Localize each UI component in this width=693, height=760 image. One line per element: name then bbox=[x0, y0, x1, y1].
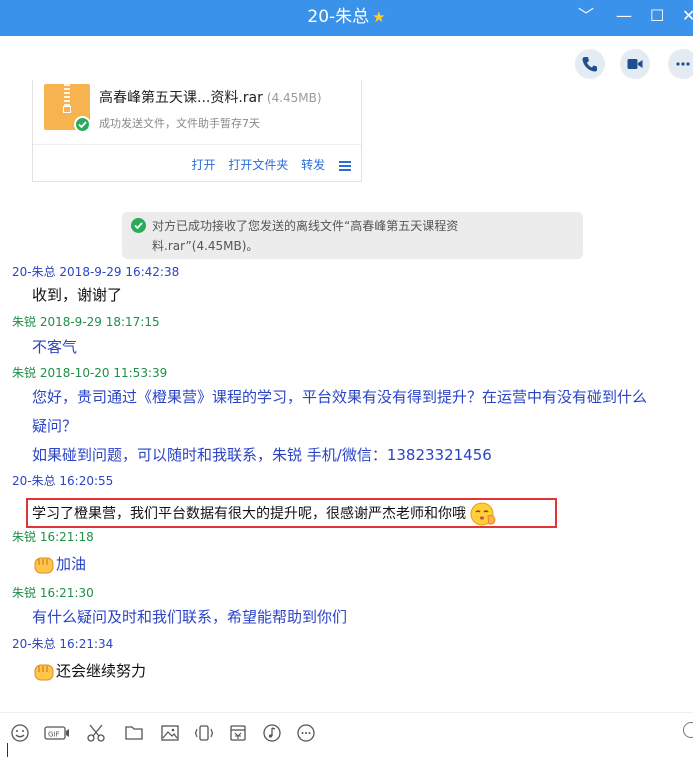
menu-icon[interactable] bbox=[339, 160, 351, 171]
kiss-emoji-icon bbox=[470, 502, 496, 526]
message-text: 加油 bbox=[32, 553, 86, 576]
calendar-icon[interactable] bbox=[228, 723, 248, 743]
image-icon[interactable] bbox=[160, 723, 180, 743]
music-icon[interactable] bbox=[262, 723, 282, 743]
message-header: 20-朱总 16:21:34 bbox=[12, 637, 114, 651]
message-text: 学习了橙果营，我们平台数据有很大的提升呢，很感谢严杰老师和你哦 bbox=[32, 502, 498, 526]
message-header: 20-朱总 2018-9-29 16:42:38 bbox=[12, 265, 180, 279]
video-icon bbox=[627, 59, 643, 69]
message-header: 朱锐 2018-10-20 11:53:39 bbox=[12, 366, 168, 380]
input-toolbar: GIF bbox=[0, 712, 693, 760]
dropdown-button[interactable]: ﹀ bbox=[578, 4, 594, 28]
file-actions: 打开 打开文件夹 转发 bbox=[182, 156, 351, 173]
text-caret bbox=[7, 743, 8, 757]
close-button[interactable]: ✕ bbox=[682, 4, 693, 28]
message-text: 如果碰到问题，可以随时和我联系，朱锐 手机/微信：13823321456 bbox=[32, 446, 492, 464]
file-name[interactable]: 高春峰第五天课...资料.rar bbox=[99, 90, 263, 106]
forward-link[interactable]: 转发 bbox=[301, 158, 325, 172]
file-size: (4.45MB) bbox=[266, 91, 322, 105]
maximize-button[interactable]: ☐ bbox=[650, 4, 664, 28]
message-text: 不客气 bbox=[32, 338, 78, 356]
emoji-icon[interactable] bbox=[10, 723, 30, 743]
check-icon bbox=[131, 218, 146, 233]
star-icon: ★ bbox=[372, 8, 386, 26]
message-text: 疑问？ bbox=[32, 417, 78, 435]
message-text: 收到，谢谢了 bbox=[32, 286, 123, 304]
file-status: 成功发送文件，文件助手暂存7天 bbox=[99, 117, 260, 130]
phone-icon bbox=[582, 57, 597, 72]
svg-text:GIF: GIF bbox=[48, 731, 60, 739]
message-header: 朱锐 16:21:18 bbox=[12, 530, 94, 544]
message-line: 学习了橙果营，我们平台数据有很大的提升呢，很感谢严杰老师和你哦 bbox=[32, 506, 466, 522]
message-text: 有什么疑问及时和我们联系，希望能帮助到你们 bbox=[32, 608, 348, 626]
message-text: 还会继续努力 bbox=[32, 660, 146, 683]
success-check-icon bbox=[74, 116, 91, 133]
open-link[interactable]: 打开 bbox=[191, 158, 215, 172]
history-icon[interactable] bbox=[683, 722, 693, 738]
divider bbox=[33, 144, 361, 145]
message-line: 加油 bbox=[56, 555, 87, 573]
more-icon bbox=[676, 62, 690, 66]
folder-icon[interactable] bbox=[124, 723, 144, 743]
system-notice: 对方已成功接收了您发送的离线文件“高春峰第五天课程资 料.rar”(4.45MB… bbox=[122, 212, 583, 259]
open-folder-link[interactable]: 打开文件夹 bbox=[228, 158, 288, 172]
message-header: 朱锐 2018-9-29 18:17:15 bbox=[12, 315, 160, 329]
notice-line-2: 料.rar”(4.45MB)。 bbox=[152, 239, 259, 253]
title-bar: 20-朱总 ★ ﹀ — ☐ ✕ bbox=[0, 0, 693, 36]
file-card: 高春峰第五天课...资料.rar (4.45MB) 成功发送文件，文件助手暂存7天… bbox=[32, 80, 362, 182]
more-options-button[interactable] bbox=[668, 49, 693, 79]
scissors-icon[interactable] bbox=[86, 723, 106, 743]
more-icon[interactable] bbox=[296, 723, 316, 743]
message-header: 20-朱总 16:20:55 bbox=[12, 474, 114, 488]
fist-emoji-icon bbox=[34, 557, 54, 573]
contact-name: 20-朱总 bbox=[307, 7, 370, 27]
message-header: 朱锐 16:21:30 bbox=[12, 586, 94, 600]
video-call-button[interactable] bbox=[620, 49, 650, 79]
file-name-row: 高春峰第五天课...资料.rar (4.45MB) bbox=[99, 87, 322, 107]
message-text: 您好，贵司通过《橙果营》课程的学习，平台效果有没有得到提升？在运营中有没有碰到什… bbox=[32, 388, 648, 406]
notice-line-1: 对方已成功接收了您发送的离线文件“高春峰第五天课程资 bbox=[152, 219, 459, 233]
shake-icon[interactable] bbox=[194, 723, 214, 743]
message-line: 还会继续努力 bbox=[56, 662, 147, 680]
voice-call-button[interactable] bbox=[575, 49, 605, 79]
gif-icon[interactable]: GIF bbox=[44, 723, 70, 743]
fist-emoji-icon bbox=[34, 664, 54, 680]
minimize-button[interactable]: — bbox=[616, 4, 632, 28]
